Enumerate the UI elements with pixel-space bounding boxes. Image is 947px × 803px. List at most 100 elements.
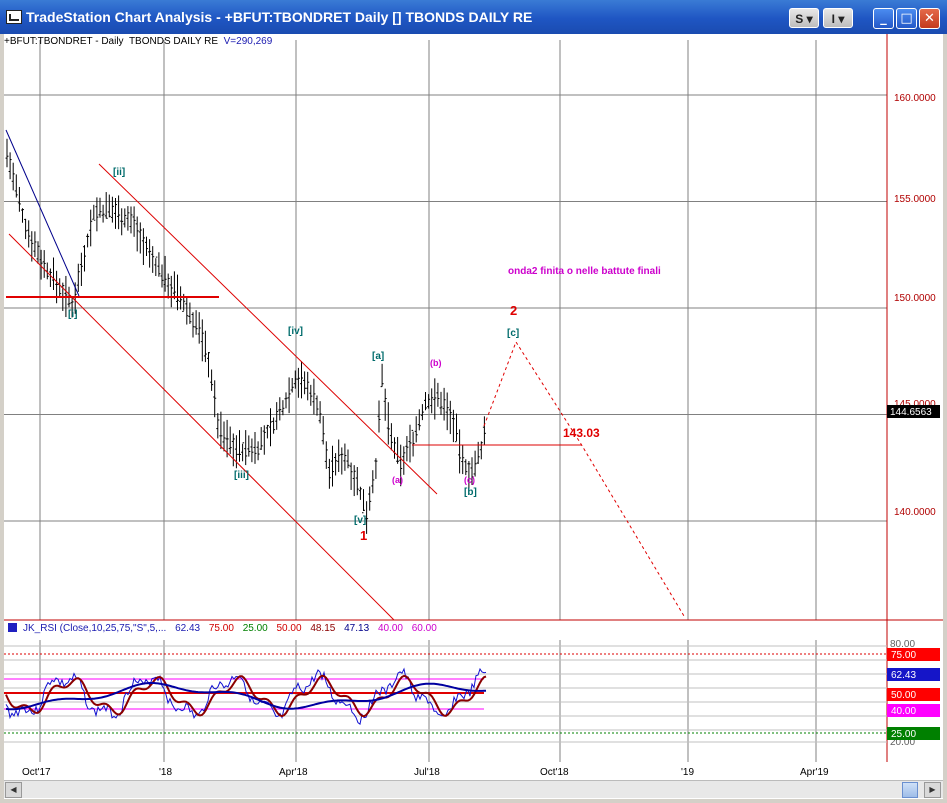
price-bar [188,302,192,324]
chart-client-area[interactable]: 160.0000 155.0000 150.0000 145.0000 140.… [4,34,943,799]
channel-upper-line [98,163,438,495]
price-bar [461,445,465,475]
price-bar [482,416,486,446]
scroll-thumb[interactable] [902,782,918,798]
time-label: Oct'17 [22,767,51,778]
price-bar [169,275,173,308]
price-bar [396,436,400,464]
rsi-color-square [8,623,17,632]
price-bar [203,330,207,363]
time-label: Apr'19 [800,767,829,778]
downtrend-line [5,129,80,297]
price-bar [411,429,415,457]
scroll-right-arrow[interactable]: ▶ [924,782,941,798]
price-bar [383,388,387,421]
s-dropdown-button[interactable]: S ▾ [789,8,819,28]
price-bar [306,371,310,401]
chart-app-icon[interactable] [6,10,22,24]
price-bar [154,256,158,277]
rsi-legend-value: 48.15 [310,623,336,634]
price-bar [479,441,483,460]
price-bar [101,204,105,223]
price-bar [104,192,108,219]
time-label: '18 [159,767,172,778]
price-bar [176,274,179,311]
price-bar [334,453,338,476]
price-bar [464,459,468,476]
price-bar [120,208,124,236]
price-bar [380,363,384,388]
price-bar [86,233,90,248]
rsi-value-tag: 40.00 [887,704,940,717]
rsi-value-tag: 25.00 [887,727,940,740]
price-bar [442,387,446,421]
rsi-axis: 80.00 20.00 75.0062.4350.0040.0025.00 [887,639,940,748]
time-label: Apr'18 [279,767,308,778]
price-bar [439,391,443,416]
price-bar [151,246,155,273]
price-chart[interactable]: 160.0000 155.0000 150.0000 145.0000 140.… [4,34,943,780]
price-bar [324,441,328,469]
scroll-left-arrow[interactable]: ◀ [5,782,22,798]
price-bar [445,392,449,431]
maximize-button[interactable]: □ [896,8,917,29]
wave-label-iii: [iii] [234,470,249,481]
price-bar [253,431,257,464]
price-bar [228,426,232,455]
price-bar [256,441,260,461]
price-bar [17,186,21,212]
svg-text:25.00: 25.00 [891,729,916,740]
time-label: '19 [681,767,694,778]
rsi-legend-value: 40.00 [377,623,403,634]
price-bar [374,458,378,479]
wave-label-paren-a: (a) [392,475,403,485]
price-bar [95,197,99,232]
time-axis: Oct'17 '18 Apr'18 Jul'18 Oct'18 '19 Apr'… [22,767,829,778]
price-bar [194,310,198,335]
price-bar [148,239,152,268]
price-bar [278,397,282,421]
volume-text: V=290,269 [223,36,273,47]
rsi-legend-value: 50.00 [276,623,302,634]
rsi-legend-value: 25.00 [242,623,268,634]
price-bar [284,392,288,409]
price-bar [265,424,269,439]
price-bar [321,416,325,445]
price-bar [269,408,272,447]
price-bar [55,270,59,304]
price-bar [244,430,248,466]
rsi-value-tag: 62.43 [887,668,940,681]
minimize-button[interactable]: _ [873,8,894,29]
i-dropdown-button[interactable]: I ▾ [823,8,853,28]
title-bar[interactable]: TradeStation Chart Analysis - +BFUT:TBON… [0,0,947,34]
horizontal-scrollbar[interactable]: ◀ ▶ [4,780,943,798]
price-bar [250,438,254,463]
chart-info-bar: +BFUT:TBONDRET - Daily TBONDS DAILY RE V… [4,36,272,47]
price-bar [318,401,322,424]
price-bar [83,245,86,272]
price-bar [213,380,217,418]
price-bar [262,425,266,455]
price-bar [197,312,201,344]
price-bar [458,429,462,474]
price-bar [129,206,133,234]
price-label: 155.0000 [894,194,936,205]
price-bar [8,152,12,180]
price-bar [166,273,170,299]
price-bar [42,250,46,278]
price-bar [349,462,353,490]
symbol-text: +BFUT:TBONDRET - Daily [4,36,124,47]
rsi-value-tag: 50.00 [887,688,940,701]
rsi-legend-name: JK_RSI (Close,10,25,75,"S",5,... [23,623,167,634]
close-button[interactable]: ✕ [919,8,940,29]
price-bar [231,433,235,467]
price-bar [107,194,111,218]
wave-label-two: 2 [510,303,517,318]
price-bar [424,392,427,411]
wave-label-paren-c: (c) [464,475,475,485]
price-bar [414,416,418,443]
price-bar [417,409,421,431]
price-axis: 160.0000 155.0000 150.0000 145.0000 140.… [887,93,940,518]
price-bar [191,312,195,338]
price-bar [436,382,440,407]
